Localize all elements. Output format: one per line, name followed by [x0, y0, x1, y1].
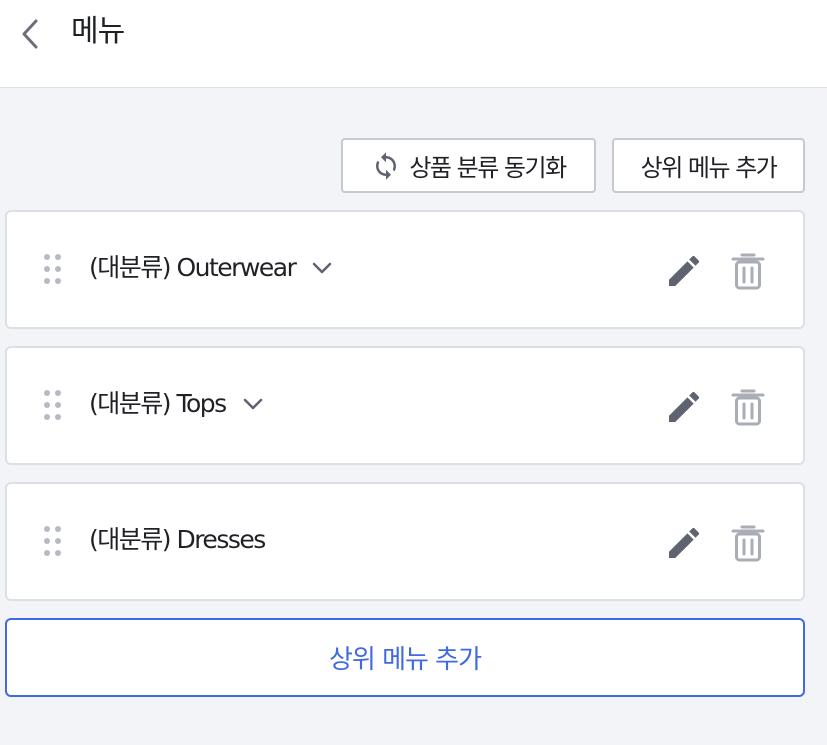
sync-button-label: 상품 분류 동기화: [409, 154, 567, 182]
pencil-icon: [669, 255, 700, 286]
trash-icon: [731, 525, 765, 562]
page-title: 메뉴: [71, 14, 125, 49]
chevron-down-icon[interactable]: [311, 261, 333, 275]
menu-item-title: (대분류) Dresses: [89, 520, 266, 560]
add-top-menu-label: 상위 메뉴 추가: [640, 154, 778, 182]
menu-item-tops: (대분류) Tops: [5, 346, 805, 465]
chevron-down-icon[interactable]: [242, 397, 264, 411]
menu-item-dresses: (대분류) Dresses: [5, 482, 805, 601]
delete-button[interactable]: [727, 386, 769, 428]
drag-handle-icon[interactable]: [43, 252, 63, 286]
page-header: 메뉴: [0, 0, 827, 88]
delete-button[interactable]: [727, 522, 769, 564]
edit-button[interactable]: [663, 250, 705, 292]
menu-item-title: (대분류) Tops: [89, 384, 264, 424]
menu-item-title: (대분류) Outerwear: [89, 248, 333, 288]
menu-item-label: (대분류) Tops: [89, 389, 227, 418]
chevron-left-icon: [22, 19, 38, 49]
add-top-menu-bottom-label: 상위 메뉴 추가: [328, 645, 482, 675]
menu-item-outerwear: (대분류) Outerwear: [5, 210, 805, 329]
pencil-icon: [669, 391, 700, 422]
add-top-menu-bottom-button[interactable]: 상위 메뉴 추가: [5, 618, 805, 697]
trash-icon: [731, 253, 765, 290]
pencil-icon: [669, 527, 700, 558]
sync-categories-button[interactable]: 상품 분류 동기화: [341, 138, 596, 193]
menu-item-label: (대분류) Outerwear: [89, 253, 297, 282]
add-top-menu-button[interactable]: 상위 메뉴 추가: [612, 138, 805, 193]
delete-button[interactable]: [727, 250, 769, 292]
back-button[interactable]: [12, 14, 48, 54]
trash-icon: [731, 389, 765, 426]
drag-handle-icon[interactable]: [43, 524, 63, 558]
drag-handle-icon[interactable]: [43, 388, 63, 422]
refresh-icon: [371, 151, 401, 181]
edit-button[interactable]: [663, 522, 705, 564]
menu-item-label: (대분류) Dresses: [89, 525, 266, 554]
edit-button[interactable]: [663, 386, 705, 428]
